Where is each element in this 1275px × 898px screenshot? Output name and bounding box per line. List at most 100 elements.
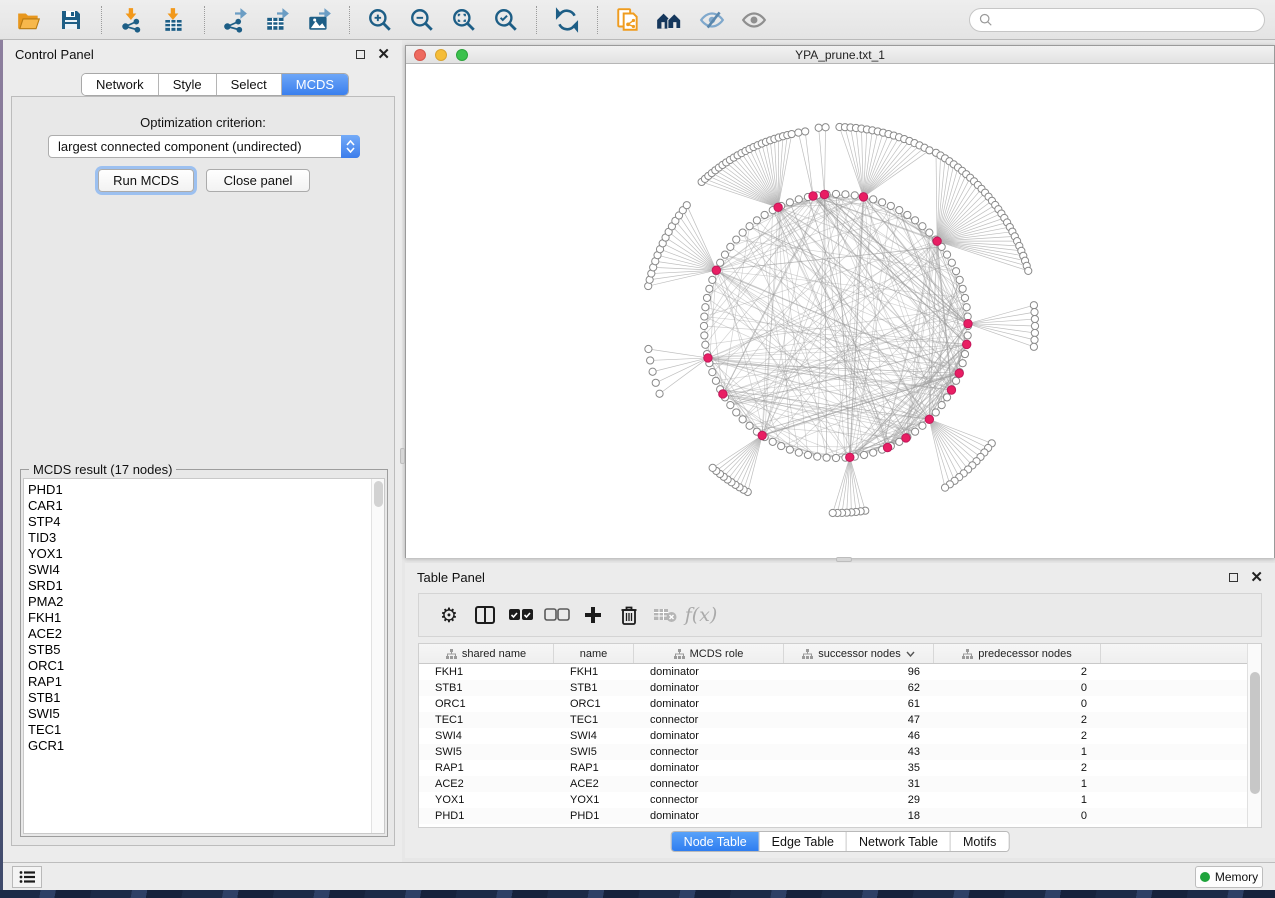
table-settings-button[interactable]: ⚙ — [431, 598, 467, 632]
cell[interactable]: 43 — [784, 744, 934, 760]
table-row[interactable]: PHD1PHD1dominator180 — [419, 808, 1247, 824]
mcds-node-item[interactable]: PHD1 — [28, 482, 371, 498]
task-history-button[interactable] — [12, 866, 42, 888]
show-all-button[interactable] — [737, 4, 771, 36]
cell[interactable]: RAP1 — [419, 760, 554, 776]
mcds-node-item[interactable]: RAP1 — [28, 674, 371, 690]
hide-selected-button[interactable] — [695, 4, 729, 36]
column-header-successor-nodes[interactable]: successor nodes — [784, 644, 934, 663]
cell[interactable]: dominator — [634, 760, 784, 776]
mcds-node-item[interactable]: STB1 — [28, 690, 371, 706]
cell[interactable]: FKH1 — [554, 664, 634, 680]
first-neighbors-button[interactable] — [653, 4, 687, 36]
cell[interactable]: PHD1 — [554, 808, 634, 824]
cell[interactable]: dominator — [634, 696, 784, 712]
cell[interactable]: connector — [634, 744, 784, 760]
scrollbar-thumb[interactable] — [374, 481, 383, 507]
mcds-node-item[interactable]: ACE2 — [28, 626, 371, 642]
cell[interactable]: 1 — [934, 792, 1101, 808]
import-network-button[interactable] — [115, 4, 149, 36]
cell[interactable]: 1 — [934, 744, 1101, 760]
mcds-node-item[interactable]: ORC1 — [28, 658, 371, 674]
mcds-node-item[interactable]: GCR1 — [28, 738, 371, 754]
delete-table-button[interactable] — [647, 598, 683, 632]
tab-network[interactable]: Network — [82, 74, 159, 95]
table-row[interactable]: SWI4SWI4dominator462 — [419, 728, 1247, 744]
cell[interactable]: dominator — [634, 808, 784, 824]
cell[interactable]: YOX1 — [554, 792, 634, 808]
open-folder-button[interactable] — [12, 4, 46, 36]
tab-style[interactable]: Style — [159, 74, 217, 95]
cell[interactable]: 2 — [934, 728, 1101, 744]
export-table-button[interactable] — [260, 4, 294, 36]
cell[interactable]: 18 — [784, 808, 934, 824]
table-row[interactable]: YOX1YOX1connector291 — [419, 792, 1247, 808]
column-header-predecessor-nodes[interactable]: predecessor nodes — [934, 644, 1101, 663]
cell[interactable]: 0 — [934, 680, 1101, 696]
table-row[interactable]: RAP1RAP1dominator352 — [419, 760, 1247, 776]
criterion-select[interactable]: largest connected component (undirected) — [48, 135, 360, 158]
node-table-grid[interactable]: shared namenameMCDS rolesuccessor nodesp… — [419, 644, 1247, 827]
table-row[interactable]: ORC1ORC1dominator610 — [419, 696, 1247, 712]
horizontal-splitter-handle[interactable] — [836, 557, 852, 562]
close-panel-icon[interactable]: ✕ — [377, 50, 390, 59]
cell[interactable]: SWI4 — [419, 728, 554, 744]
refresh-button[interactable] — [550, 4, 584, 36]
zoom-fit-button[interactable] — [447, 4, 481, 36]
close-panel-button[interactable]: Close panel — [206, 169, 310, 192]
column-header-MCDS-role[interactable]: MCDS role — [634, 644, 784, 663]
mcds-node-item[interactable]: STP4 — [28, 514, 371, 530]
cell[interactable]: connector — [634, 712, 784, 728]
add-column-button[interactable] — [575, 598, 611, 632]
cell[interactable]: TEC1 — [554, 712, 634, 728]
network-canvas[interactable] — [406, 64, 1274, 558]
zoom-in-button[interactable] — [363, 4, 397, 36]
cell[interactable]: ACE2 — [419, 776, 554, 792]
cell[interactable]: STB1 — [554, 680, 634, 696]
cell[interactable]: FKH1 — [419, 664, 554, 680]
mcds-node-item[interactable]: STB5 — [28, 642, 371, 658]
mcds-node-item[interactable]: SWI4 — [28, 562, 371, 578]
cell[interactable]: SWI5 — [554, 744, 634, 760]
cell[interactable]: 35 — [784, 760, 934, 776]
function-builder-button[interactable]: f(x) — [683, 598, 719, 632]
cell[interactable]: 1 — [934, 776, 1101, 792]
tab-network-table[interactable]: Network Table — [847, 832, 951, 851]
mcds-node-item[interactable]: PMA2 — [28, 594, 371, 610]
mcds-node-item[interactable]: FKH1 — [28, 610, 371, 626]
cell[interactable]: 61 — [784, 696, 934, 712]
cell[interactable]: YOX1 — [419, 792, 554, 808]
tab-select[interactable]: Select — [217, 74, 282, 95]
cell[interactable]: connector — [634, 776, 784, 792]
tab-mcds[interactable]: MCDS — [282, 74, 348, 95]
tab-node-table[interactable]: Node Table — [672, 832, 760, 851]
cell[interactable]: 2 — [934, 760, 1101, 776]
zoom-out-button[interactable] — [405, 4, 439, 36]
select-all-rows-button[interactable] — [503, 598, 539, 632]
mcds-node-item[interactable]: YOX1 — [28, 546, 371, 562]
export-network-button[interactable] — [218, 4, 252, 36]
cell[interactable]: dominator — [634, 728, 784, 744]
tab-edge-table[interactable]: Edge Table — [760, 832, 847, 851]
tab-motifs[interactable]: Motifs — [951, 832, 1008, 851]
cell[interactable]: SWI4 — [554, 728, 634, 744]
scrollbar-thumb[interactable] — [1250, 672, 1260, 794]
memory-button[interactable]: Memory — [1195, 866, 1263, 888]
cell[interactable]: 31 — [784, 776, 934, 792]
cell[interactable]: TEC1 — [419, 712, 554, 728]
cell[interactable]: RAP1 — [554, 760, 634, 776]
cell[interactable]: ORC1 — [554, 696, 634, 712]
table-scrollbar[interactable] — [1247, 644, 1261, 827]
cell[interactable]: PHD1 — [419, 808, 554, 824]
search-input[interactable] — [999, 10, 1264, 30]
cell[interactable]: 2 — [934, 664, 1101, 680]
cell[interactable]: 0 — [934, 808, 1101, 824]
cell[interactable]: 46 — [784, 728, 934, 744]
float-panel-icon[interactable] — [356, 50, 365, 59]
cell[interactable]: SWI5 — [419, 744, 554, 760]
delete-column-button[interactable] — [611, 598, 647, 632]
mcds-node-item[interactable]: SRD1 — [28, 578, 371, 594]
cell[interactable]: dominator — [634, 664, 784, 680]
mcds-node-item[interactable]: CAR1 — [28, 498, 371, 514]
table-row[interactable]: ACE2ACE2connector311 — [419, 776, 1247, 792]
